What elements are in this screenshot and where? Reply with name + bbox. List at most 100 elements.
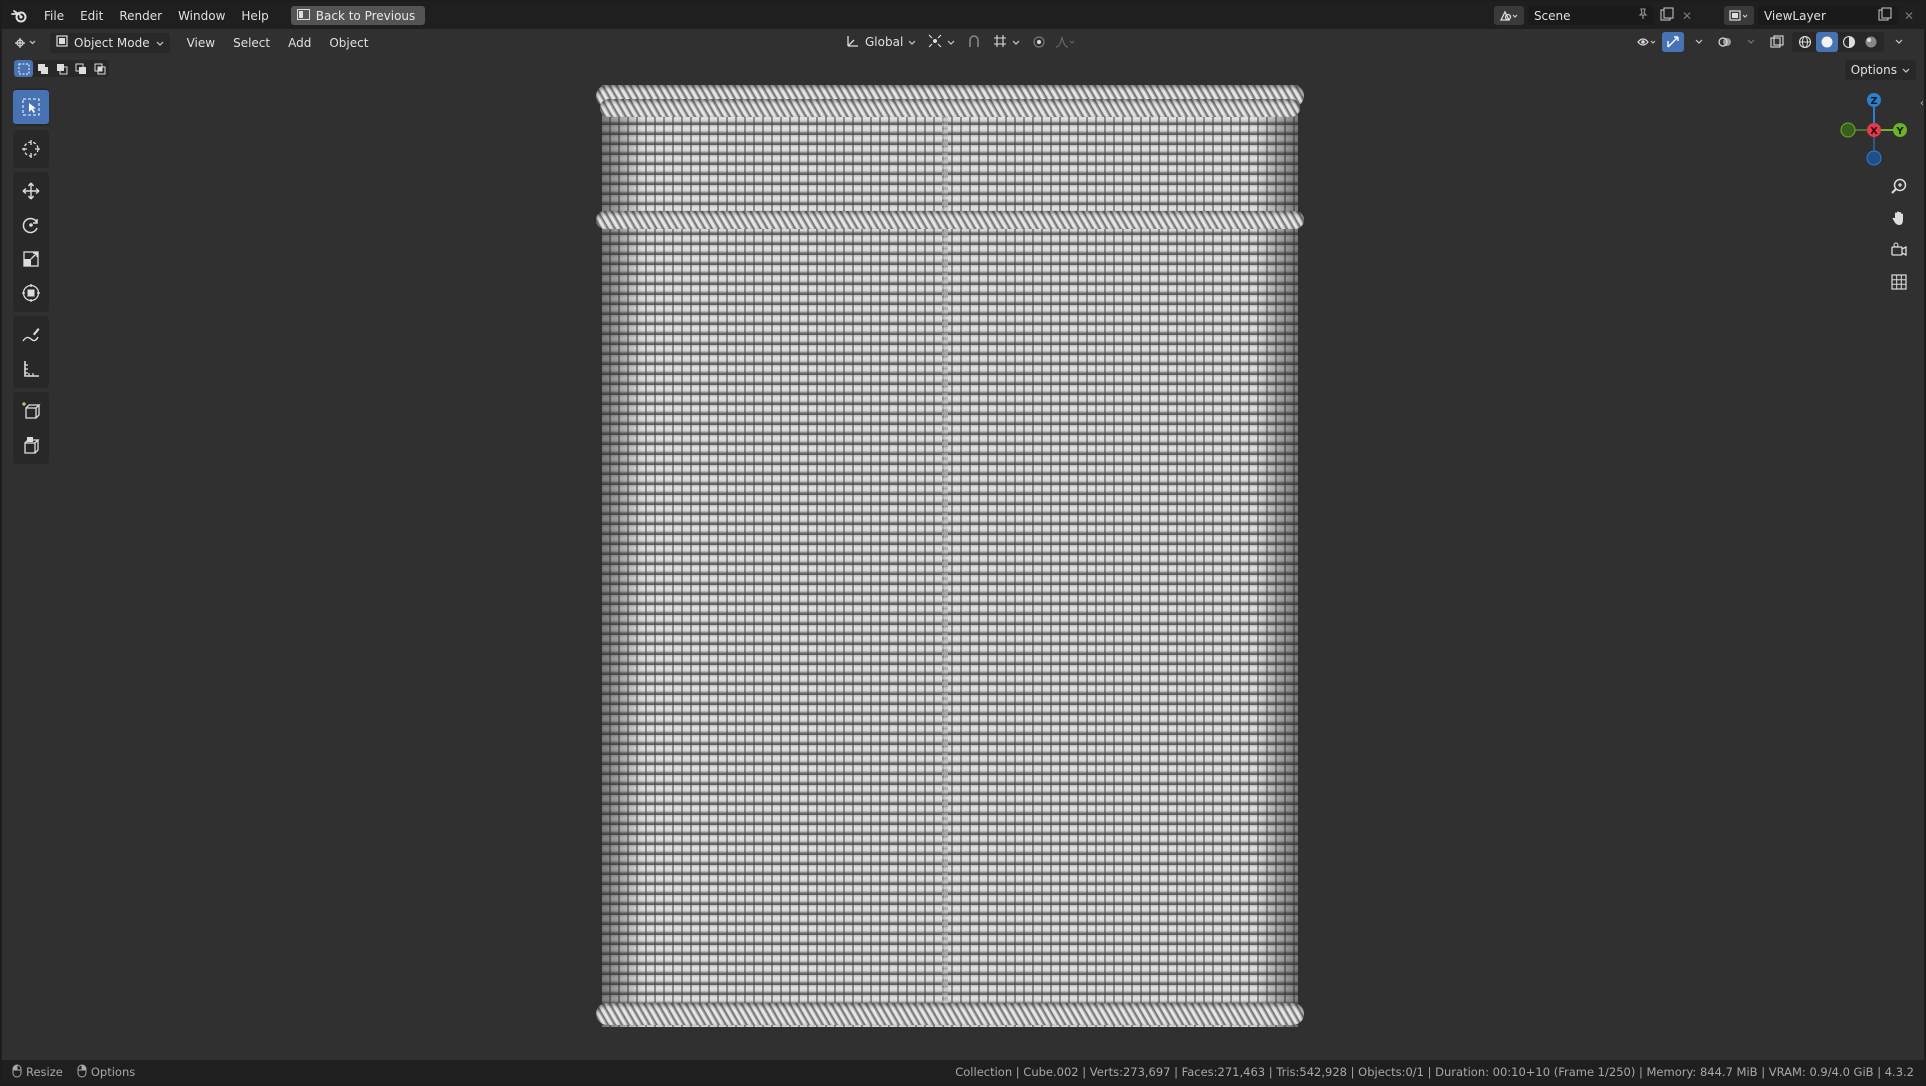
options-dropdown[interactable]: Options [1844, 60, 1916, 80]
proportional-falloff-dropdown[interactable] [1054, 32, 1076, 52]
new-scene-icon[interactable] [1660, 7, 1674, 24]
view-layer-browse-button[interactable] [1723, 6, 1754, 25]
status-hints: Resize Options [2, 1064, 135, 1081]
wireframe-shading-button[interactable] [1794, 32, 1816, 52]
scene-selector: Scene ✕ [1493, 6, 1692, 25]
remove-view-layer-icon[interactable]: ✕ [1904, 9, 1914, 23]
transform-tool[interactable] [13, 276, 49, 310]
object-mode-dropdown[interactable]: Object Mode [50, 32, 170, 53]
select-box-tool[interactable] [13, 90, 49, 124]
select-invert-button[interactable] [71, 60, 90, 77]
perspective-ortho-icon[interactable] [1886, 270, 1912, 294]
view-layer-name: ViewLayer [1763, 8, 1826, 23]
snap-increment-icon [993, 34, 1007, 51]
menu-window[interactable]: Window [170, 5, 233, 27]
menu-add[interactable]: Add [279, 36, 320, 50]
back-to-previous-label: Back to Previous [315, 8, 416, 23]
menu-edit[interactable]: Edit [72, 5, 111, 27]
transform-tools: Global [842, 32, 1076, 52]
gizmo-dropdown[interactable] [1688, 32, 1710, 52]
solid-shading-button[interactable] [1816, 32, 1838, 52]
menu-view[interactable]: View [178, 36, 224, 50]
hint-options-label: Options [90, 1065, 136, 1079]
menu-select[interactable]: Select [224, 36, 279, 50]
select-intersect-button[interactable] [90, 60, 109, 77]
chevron-down-icon [947, 35, 955, 49]
menu-object[interactable]: Object [320, 36, 377, 50]
overlays-toggle[interactable] [1714, 32, 1736, 52]
overlays-dropdown[interactable] [1740, 32, 1762, 52]
blender-logo-icon[interactable] [2, 9, 36, 23]
chevron-down-icon [1012, 35, 1020, 49]
transform-orientation-label: Global [865, 35, 904, 49]
scene-name-field[interactable]: Scene [1527, 6, 1654, 25]
annotate-tool[interactable] [13, 318, 49, 352]
select-subtract-button[interactable] [52, 60, 71, 77]
top-menubar: File Edit Render Window Help Back to Pre… [2, 2, 1924, 29]
camera-view-icon[interactable] [1886, 238, 1912, 262]
add-cube-tool[interactable] [13, 394, 49, 428]
rotate-tool[interactable] [13, 208, 49, 242]
pivot-point-dropdown[interactable] [924, 32, 959, 52]
tool-group-transform [13, 172, 49, 312]
material-preview-button[interactable] [1838, 32, 1860, 52]
new-view-layer-icon[interactable] [1878, 7, 1892, 24]
tool-group-add [13, 392, 49, 464]
wicker-basket-object[interactable] [596, 85, 1304, 1027]
snap-toggle[interactable] [963, 32, 985, 52]
gizmo-x-label: X [1870, 126, 1878, 137]
selection-mode-group [14, 60, 109, 77]
remove-scene-icon[interactable]: ✕ [1682, 9, 1692, 23]
basket-upper-band [596, 211, 1304, 229]
object-mode-icon [56, 35, 68, 50]
hint-resize-label: Resize [26, 1065, 63, 1079]
gizmo-toggle[interactable] [1662, 32, 1684, 52]
zoom-icon[interactable] [1886, 174, 1912, 198]
back-to-previous-button[interactable]: Back to Previous [290, 6, 426, 25]
xray-toggle[interactable] [1766, 32, 1788, 52]
viewport-navigation-controls [1886, 174, 1912, 294]
viewport-header: Object Mode View Select Add Object Globa… [2, 29, 1924, 56]
chevron-down-icon [908, 35, 916, 49]
view-layer-selector: ViewLayer ✕ [1723, 6, 1914, 25]
hint-options: Options [77, 1064, 135, 1081]
status-bar: Resize Options Collection | Cube.002 | V… [2, 1060, 1924, 1084]
menu-render[interactable]: Render [111, 5, 170, 27]
sidebar-expand-arrow[interactable]: ‹ [1920, 98, 1924, 109]
menu-help[interactable]: Help [233, 5, 276, 27]
tool-group-select [13, 88, 49, 126]
gizmo-y-label: Y [1895, 126, 1904, 137]
extrude-tool[interactable] [13, 428, 49, 462]
chevron-down-icon [156, 36, 164, 50]
measure-tool[interactable] [13, 352, 49, 386]
blender-window: File Edit Render Window Help Back to Pre… [2, 2, 1924, 1084]
options-label: Options [1850, 63, 1897, 77]
shading-mode-group [1792, 32, 1884, 52]
tool-group-cursor [13, 130, 49, 168]
select-extend-button[interactable] [33, 60, 52, 77]
view-layer-name-field[interactable]: ViewLayer [1757, 6, 1898, 25]
snap-target-dropdown[interactable] [989, 32, 1024, 52]
chevron-down-icon [1902, 63, 1910, 77]
menu-file[interactable]: File [36, 5, 72, 27]
cursor-tool[interactable] [13, 132, 49, 166]
move-tool[interactable] [13, 174, 49, 208]
editor-type-button[interactable] [12, 33, 42, 53]
select-new-button[interactable] [14, 60, 33, 77]
gizmo-z-label: Z [1870, 96, 1877, 107]
screen-icon [296, 8, 310, 23]
proportional-editing-toggle[interactable] [1028, 32, 1050, 52]
scale-tool[interactable] [13, 242, 49, 276]
hint-resize: Resize [12, 1064, 63, 1081]
shading-dropdown[interactable] [1888, 32, 1910, 52]
scene-browse-button[interactable] [1493, 6, 1524, 25]
transform-orientation-dropdown[interactable]: Global [842, 32, 920, 52]
pan-hand-icon[interactable] [1886, 206, 1912, 230]
mouse-right-icon [77, 1064, 87, 1081]
rendered-shading-button[interactable] [1860, 32, 1882, 52]
viewport-display-tools [1636, 32, 1910, 52]
navigation-gizmo[interactable]: Z Y X [1834, 90, 1914, 170]
object-visibility-dropdown[interactable] [1636, 32, 1658, 52]
scene-name: Scene [1533, 8, 1571, 23]
pin-icon[interactable] [1638, 8, 1648, 23]
